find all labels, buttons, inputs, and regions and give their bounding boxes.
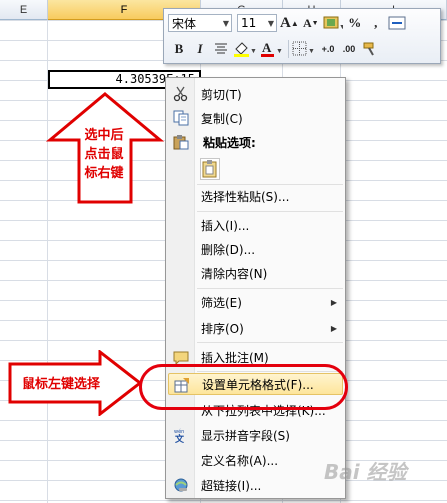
menu-item-hyperlink[interactable]: 超链接(I)... [168,474,343,496]
svg-text:wén: wén [174,428,184,435]
menu-item-sort[interactable]: 排序(O) ▶ [168,317,343,339]
shrink-font-icon[interactable]: A ▼ [302,13,320,33]
menu-item-clear-contents[interactable]: 清除内容(N) [168,262,343,284]
paste-clipboard-icon [202,160,217,178]
format-painter-icon[interactable] [361,39,379,59]
menu-item-delete[interactable]: 删除(D)... [168,238,343,260]
comment-icon [173,351,189,365]
svg-text:A: A [262,40,272,55]
svg-text:▼: ▼ [250,47,257,55]
decrease-decimal-icon[interactable]: .00 [340,39,358,59]
menu-separator [197,211,343,212]
right-arrow-text: 鼠标左键选择 [22,377,101,392]
up-arrow-text: 选中后 点击鼠 标右键 [84,128,124,181]
fill-color-icon[interactable]: ▼ [233,39,257,59]
accounting-format-icon[interactable]: ▼ [323,13,343,33]
context-menu: 剪切(T) 复制(C) 粘贴选项: 选择性粘贴(S)... 插入(I)... 删… [165,77,346,499]
svg-text:▼: ▼ [276,47,283,55]
grow-font-icon[interactable]: A ▲ [280,13,299,33]
paste-option-button[interactable] [200,158,220,180]
font-name-box[interactable]: 宋体 ▼ [168,14,232,32]
font-size-box[interactable]: 11 ▼ [237,14,277,32]
chevron-right-icon: ▶ [330,297,337,307]
svg-text:文: 文 [174,433,185,443]
phonetic-icon: wén文 [174,428,185,443]
chevron-down-icon[interactable]: ▼ [268,19,274,28]
column-header-e[interactable]: E [0,0,48,20]
hyperlink-icon [174,478,188,492]
percent-style-icon[interactable]: % [346,13,364,33]
svg-text:▼: ▼ [308,47,315,55]
copy-icon [173,110,189,126]
font-color-icon[interactable]: A ▼ [260,39,284,59]
chevron-right-icon: ▶ [330,323,337,333]
merge-center-icon[interactable] [388,13,406,33]
paste-icon [173,135,189,150]
comma-style-icon[interactable]: , [367,13,385,33]
menu-separator [197,288,343,289]
increase-decimal-icon[interactable]: +.0 [319,39,337,59]
scissors-icon [173,86,188,102]
menu-item-paste-special[interactable]: 选择性粘贴(S)... [168,185,343,207]
menu-item-define-name[interactable]: 定义名称(A)... [168,449,343,471]
menu-item-copy[interactable]: 复制(C) [168,107,343,129]
borders-icon[interactable]: ▼ [292,39,316,59]
watermark: Bai 经验 [324,460,407,484]
svg-text:▼: ▼ [339,23,343,31]
highlight-ellipse-annotation [139,364,348,410]
mini-toolbar: 宋体 ▼ 11 ▼ A ▲ A ▼ ▼ % , B I ▼ A ▼ ▼ +.0 … [163,8,441,64]
menu-item-filter[interactable]: 筛选(E) ▶ [168,291,343,313]
menu-item-cut[interactable]: 剪切(T) [168,83,343,105]
menu-item-insert[interactable]: 插入(I)... [168,214,343,236]
font-size-value: 11 [241,16,257,30]
font-name-value: 宋体 [172,16,197,31]
italic-icon[interactable]: I [191,39,209,59]
chevron-down-icon[interactable]: ▼ [223,19,229,28]
menu-separator [197,342,343,343]
center-align-icon[interactable] [212,39,230,59]
menu-item-show-phonetic[interactable]: wén 文 显示拼音字段(S) [168,424,343,446]
toolbar-separator [288,40,289,58]
bold-icon[interactable]: B [170,39,188,59]
menu-item-paste-options: 粘贴选项: [168,131,343,153]
